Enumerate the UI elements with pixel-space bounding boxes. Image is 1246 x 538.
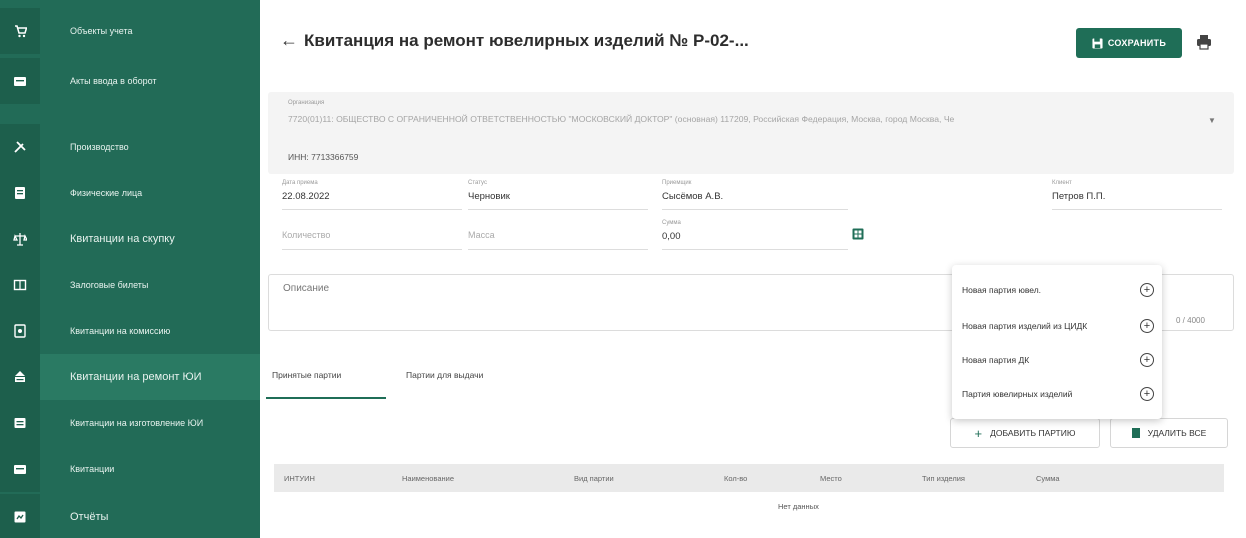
sidebar-item-pledge-tickets[interactable]: Залоговые билеты: [0, 262, 260, 308]
mass-input[interactable]: Масса: [468, 222, 648, 250]
quantity-input[interactable]: Количество: [282, 222, 462, 250]
column-header[interactable]: Наименование: [402, 474, 454, 483]
sidebar-item-label: Квитанции на комиссию: [70, 326, 171, 336]
column-header[interactable]: Вид партии: [574, 474, 614, 483]
add-batch-menu: Новая партия ювел. + Новая партия издели…: [952, 265, 1162, 419]
client-label: Клиент: [1052, 180, 1072, 186]
mass-placeholder: Масса: [468, 230, 495, 240]
receiver-field[interactable]: Приемщик Сысёмов А.В.: [662, 180, 848, 210]
organization-label: Организация: [288, 100, 325, 106]
sum-label: Сумма: [662, 220, 681, 226]
sidebar-item-purchase-receipts[interactable]: Квитанции на скупку: [0, 216, 260, 262]
organization-value: 7720(01)11: ОБЩЕСТВО С ОГРАНИЧЕННОЙ ОТВЕ…: [288, 114, 955, 124]
menu-item-label: Новая партия ювел.: [962, 285, 1042, 295]
sidebar-item-label: Залоговые билеты: [70, 280, 149, 290]
status-field[interactable]: Статус Черновик: [468, 180, 648, 210]
trash-icon: [1131, 428, 1140, 438]
save-button-label: СОХРАНИТЬ: [1107, 38, 1167, 48]
sum-field[interactable]: Сумма 0,00: [662, 220, 848, 250]
save-button[interactable]: СОХРАНИТЬ: [1076, 28, 1182, 58]
sidebar-item-accounting-objects[interactable]: Объекты учета: [0, 8, 260, 54]
sidebar: Объекты учета Акты ввода в оборот Произв…: [0, 0, 260, 538]
sidebar-item-label: Квитанции на ремонт ЮИ: [70, 371, 202, 383]
organization-select[interactable]: Организация 7720(01)11: ОБЩЕСТВО С ОГРАН…: [268, 92, 1234, 174]
menu-item-new-dk-batch[interactable]: Новая партия ДК +: [962, 349, 1154, 371]
add-batch-button[interactable]: + ДОБАВИТЬ ПАРТИЮ: [950, 418, 1100, 448]
status-label: Статус: [468, 180, 487, 186]
plus-circle-icon: +: [1140, 387, 1154, 401]
sidebar-item-label: Квитанции: [70, 464, 115, 474]
date-value: 22.08.2022: [282, 191, 330, 202]
plus-circle-icon: +: [1140, 353, 1154, 367]
client-field[interactable]: Клиент Петров П.П.: [1052, 180, 1222, 210]
receipt-icon: [0, 446, 40, 492]
quantity-placeholder: Количество: [282, 230, 331, 240]
menu-item-label: Партия ювелирных изделий: [962, 389, 1073, 399]
printer-icon[interactable]: [1196, 34, 1212, 50]
scales-icon: [0, 216, 40, 262]
sidebar-item-persons[interactable]: Физические лица: [0, 170, 260, 216]
column-header[interactable]: Кол-во: [724, 474, 747, 483]
receiver-value: Сысёмов А.В.: [662, 191, 724, 202]
menu-item-new-cidk-batch[interactable]: Новая партия изделий из ЦИДК +: [962, 315, 1154, 337]
sidebar-item-receipts[interactable]: Квитанции: [0, 446, 260, 492]
commission-icon: [0, 308, 40, 354]
sidebar-item-reports[interactable]: Отчёты: [0, 494, 260, 538]
column-header[interactable]: ИНТУИН: [284, 474, 315, 483]
dropdown-arrow-icon[interactable]: ▼: [1208, 116, 1216, 125]
char-counter: 0 / 4000: [1176, 316, 1205, 325]
receiver-label: Приемщик: [662, 180, 692, 186]
sidebar-item-label: Производство: [70, 142, 129, 152]
person-card-icon: [0, 170, 40, 216]
column-header[interactable]: Сумма: [1036, 474, 1060, 483]
date-label: Дата приема: [282, 180, 318, 186]
sidebar-item-commission[interactable]: Квитанции на комиссию: [0, 308, 260, 354]
empty-table-text: Нет данных: [778, 502, 819, 511]
client-value: Петров П.П.: [1052, 191, 1106, 202]
sum-value: 0,00: [662, 231, 681, 242]
menu-item-label: Новая партия ДК: [962, 355, 1030, 365]
floppy-icon: [1092, 37, 1103, 49]
date-field[interactable]: Дата приема 22.08.2022: [282, 180, 462, 210]
add-batch-label: ДОБАВИТЬ ПАРТИЮ: [990, 428, 1076, 438]
tab-issue[interactable]: Партии для выдачи: [406, 370, 483, 380]
page-title: Квитанция на ремонт ювелирных изделий № …: [304, 31, 749, 50]
plus-circle-icon: +: [1140, 319, 1154, 333]
status-value: Черновик: [468, 191, 510, 202]
arrow-left-icon[interactable]: ←: [280, 30, 298, 51]
tools-icon: [0, 124, 40, 170]
table-header: ИНТУИН Наименование Вид партии Кол-во Ме…: [274, 464, 1224, 492]
menu-item-new-jewelry-batch[interactable]: Новая партия ювел. +: [962, 279, 1154, 301]
column-header[interactable]: Тип изделия: [922, 474, 965, 483]
document-icon: [0, 58, 40, 104]
description-label: Описание: [283, 283, 330, 294]
sidebar-item-production[interactable]: Производство: [0, 124, 260, 170]
tab-accepted[interactable]: Принятые партии: [272, 370, 341, 380]
sidebar-item-manufacture[interactable]: Квитанции на изготовление ЮИ: [0, 400, 260, 446]
plus-circle-icon: +: [1140, 283, 1154, 297]
column-header[interactable]: Место: [820, 474, 842, 483]
delete-all-label: УДАЛИТЬ ВСЕ: [1147, 428, 1207, 438]
sidebar-item-label: Квитанции на изготовление ЮИ: [70, 418, 204, 428]
repair-icon: [0, 354, 40, 400]
sidebar-item-label: Объекты учета: [70, 26, 133, 36]
manufacture-icon: [0, 400, 40, 446]
sidebar-item-repair[interactable]: Квитанции на ремонт ЮИ: [0, 354, 260, 400]
cart-icon: [0, 8, 40, 54]
organization-inn: ИНН: 7713366759: [288, 152, 359, 162]
report-icon: [0, 494, 40, 538]
sidebar-item-label: Физические лица: [70, 188, 143, 198]
plus-icon: +: [974, 425, 983, 441]
ticket-icon: [0, 262, 40, 308]
menu-item-label: Новая партия изделий из ЦИДК: [962, 321, 1088, 331]
active-tab-indicator: [266, 397, 386, 399]
calculator-icon[interactable]: [852, 228, 864, 240]
menu-item-jewelry-batch[interactable]: Партия ювелирных изделий +: [962, 383, 1154, 405]
sidebar-item-acts[interactable]: Акты ввода в оборот: [0, 58, 260, 104]
main-content: ← Квитанция на ремонт ювелирных изделий …: [260, 0, 1246, 538]
delete-all-button[interactable]: УДАЛИТЬ ВСЕ: [1110, 418, 1228, 448]
sidebar-item-label: Акты ввода в оборот: [70, 76, 157, 86]
sidebar-item-label: Квитанции на скупку: [70, 233, 175, 245]
sidebar-item-label: Отчёты: [70, 511, 109, 523]
